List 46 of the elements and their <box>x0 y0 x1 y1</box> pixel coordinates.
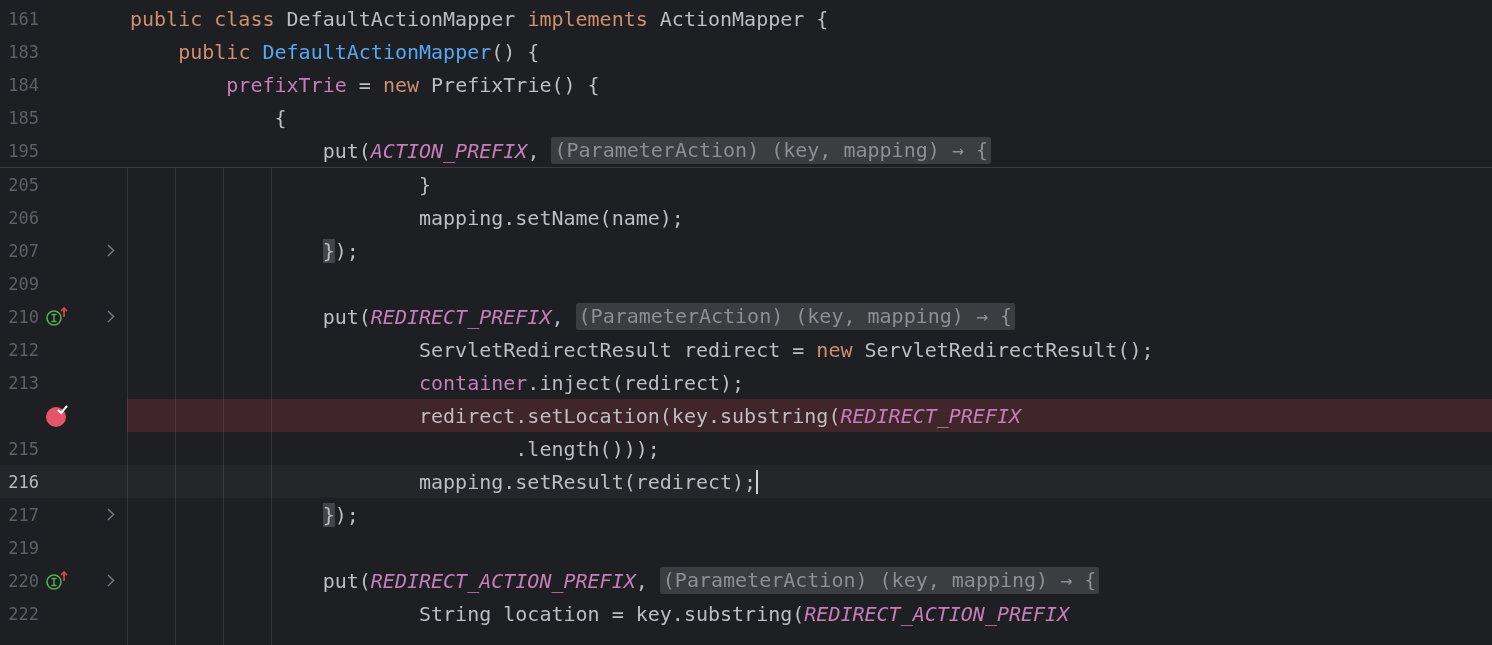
code-text: }); <box>322 502 359 527</box>
code-text: prefixTrie = new PrefixTrie() { <box>226 72 600 97</box>
inlay-hint: (ParameterAction) (key, mapping) → { <box>551 137 991 164</box>
line-number: 195 <box>7 140 39 161</box>
line-number: 220 <box>7 570 39 591</box>
chevron-icon[interactable] <box>107 508 115 521</box>
code-text: put(REDIRECT_PREFIX, <box>322 304 565 329</box>
interface-arrow-icon[interactable] <box>46 570 68 591</box>
line-number: 206 <box>7 207 39 228</box>
code-text: redirect.setLocation(key.substring(REDIRECT_PREFIX <box>419 403 1022 428</box>
code-text: public class DefaultActionMapper implements ActionMapper { <box>130 6 829 31</box>
line-number: 222 <box>7 603 39 624</box>
code-text: .length())); <box>515 436 660 461</box>
chevron-icon[interactable] <box>107 574 115 587</box>
chevron-icon[interactable] <box>107 310 115 323</box>
code-text: } <box>419 172 432 197</box>
code-text: put(REDIRECT_ACTION_PREFIX, <box>322 568 649 593</box>
line-number: 215 <box>7 438 39 459</box>
chevron-icon[interactable] <box>107 244 115 257</box>
breakpoint-icon[interactable] <box>46 404 69 427</box>
line-number: 184 <box>7 74 39 95</box>
inlay-hint: (ParameterAction) (key, mapping) → { <box>659 567 1100 594</box>
inlay-hint: (ParameterAction) (key, mapping) → { <box>575 303 1016 330</box>
line-number: 183 <box>7 41 39 62</box>
code-text: }); <box>322 238 359 263</box>
code-text: { <box>274 105 287 130</box>
line-number: 185 <box>7 107 39 128</box>
line-number: 161 <box>7 8 39 29</box>
code-text: container.inject(redirect); <box>419 370 745 395</box>
line-number: 210 <box>7 306 39 327</box>
line-number: 209 <box>7 273 39 294</box>
interface-arrow-icon[interactable] <box>46 306 68 327</box>
code-text: mapping.setName(name); <box>419 205 684 230</box>
code-text: put(ACTION_PREFIX, <box>322 138 541 163</box>
line-number: 216 <box>7 471 39 492</box>
text-cursor <box>756 469 759 494</box>
line-number: 217 <box>7 504 39 525</box>
line-number: 219 <box>7 537 39 558</box>
line-number: 212 <box>7 339 39 360</box>
code-text: public DefaultActionMapper() { <box>178 39 540 64</box>
code-text: mapping.setResult(redirect); <box>419 469 757 494</box>
line-number: 213 <box>7 372 39 393</box>
line-number: 205 <box>7 174 39 195</box>
code-text: ServletRedirectResult redirect = new ServletRedirectResult(); <box>419 337 1154 362</box>
line-number: 207 <box>7 240 39 261</box>
code-text: String location = key.substring(REDIRECT_ACTION_PREFIX <box>419 601 1070 626</box>
